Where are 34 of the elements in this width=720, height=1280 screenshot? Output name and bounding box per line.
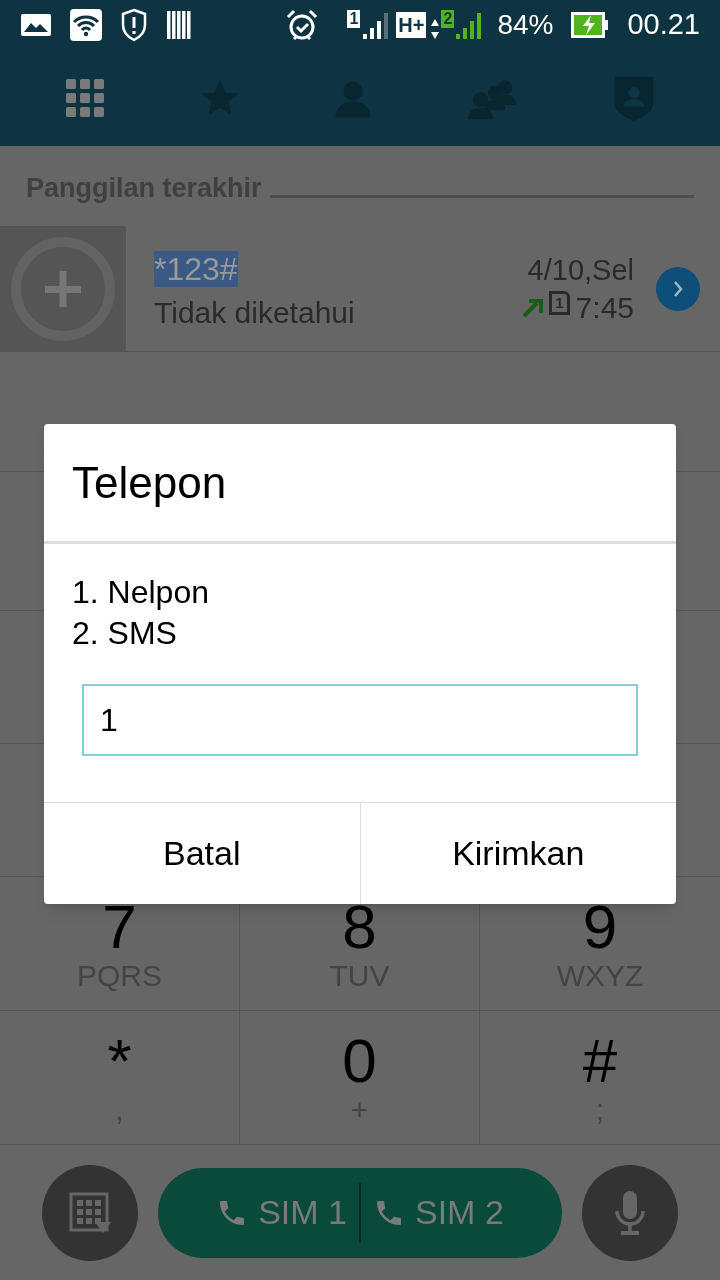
sim-call-button[interactable]: SIM 1 — [216, 1187, 347, 1238]
signal-icon — [362, 10, 389, 40]
dial-key[interactable]: # ; — [480, 1011, 720, 1145]
call-date: 4/10,Sel — [527, 252, 634, 288]
image-icon — [20, 12, 52, 38]
battery-percent: 84% — [497, 8, 554, 42]
sim-number: 1 — [347, 10, 361, 28]
shield-alert-icon — [120, 8, 148, 42]
data-arrows-icon — [430, 18, 441, 40]
contact-name: Tidak diketahui — [154, 294, 356, 331]
phone-number: *123# — [154, 250, 238, 287]
plus-circle-icon — [10, 235, 116, 342]
dialog-message-line: 1. Nelpon — [72, 573, 210, 612]
dialog-title: Telepon — [72, 456, 227, 509]
clock: 00.21 — [627, 7, 700, 43]
dial-key[interactable]: 0 + — [240, 1011, 480, 1145]
details-button[interactable] — [656, 266, 700, 311]
barcode-icon — [166, 10, 192, 40]
reply-input-field[interactable]: 1 — [82, 684, 638, 756]
alarm-icon — [285, 8, 320, 42]
call-time: 7:45 — [575, 289, 634, 326]
dialpad-hide-icon — [69, 1191, 111, 1234]
signal-icon — [455, 10, 482, 40]
wifi-icon — [70, 9, 102, 41]
sim-number: 2 — [441, 10, 455, 28]
network-type: H+ — [396, 12, 427, 38]
microphone-icon — [613, 1188, 647, 1237]
sim-card-badge: 1 — [549, 290, 570, 315]
dialog-button[interactable]: Kirimkan — [359, 803, 676, 904]
dialog-message-line: 2. SMS — [72, 614, 178, 653]
sim-call-button[interactable]: SIM 2 — [373, 1187, 504, 1238]
battery-charging-icon — [571, 12, 610, 38]
add-contact-avatar[interactable] — [0, 225, 126, 352]
dial-key[interactable]: * , — [0, 1011, 240, 1145]
